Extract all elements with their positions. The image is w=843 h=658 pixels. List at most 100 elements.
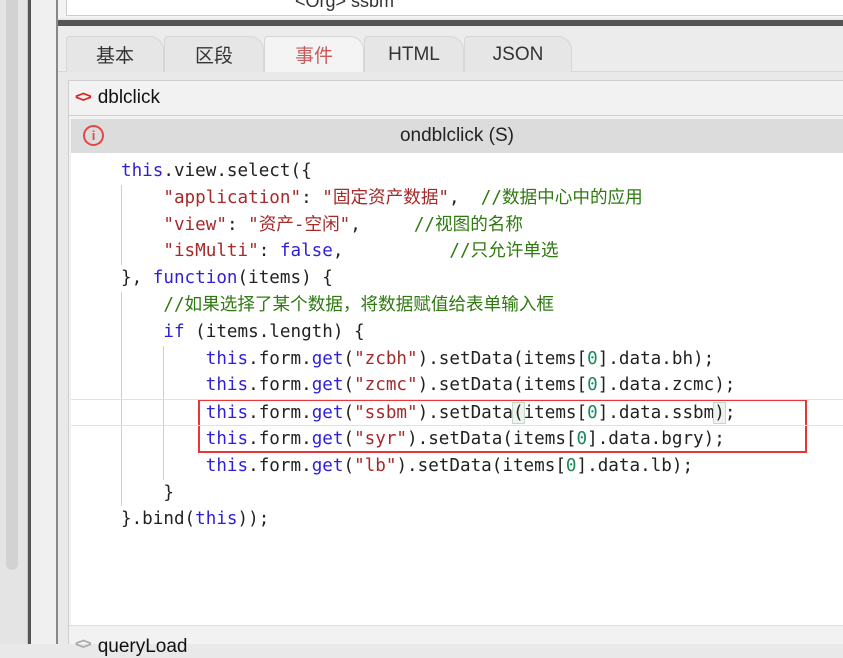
code-line[interactable]: this.form.get("zcbh").setData(items[0].d… xyxy=(71,345,843,373)
indent-guide xyxy=(121,238,122,266)
scrollbar-thumb[interactable] xyxy=(6,0,18,570)
code-token: : xyxy=(226,214,249,235)
code-token: this xyxy=(205,428,249,449)
code-line[interactable]: this.form.get("ssbm").setData(items[0].d… xyxy=(71,399,843,426)
code-token: if xyxy=(163,321,185,342)
code-token: ].data.bh); xyxy=(597,348,715,369)
indent-guide xyxy=(163,452,165,480)
code-token: this xyxy=(205,375,249,396)
code-token: 0 xyxy=(587,375,598,396)
tab-events[interactable]: 事件 xyxy=(264,36,364,72)
code-line[interactable]: }.bind(this)); xyxy=(71,506,843,533)
code-token: ].data.bgry); xyxy=(587,428,725,449)
code-token: //数据中心中的应用 xyxy=(480,187,643,208)
code-token: //如果选择了某个数据，将数据赋值给表单输入框 xyxy=(163,294,555,315)
code-line[interactable]: this.form.get("lb").setData(items[0].dat… xyxy=(71,452,843,480)
code-token: this xyxy=(121,161,164,181)
code-line[interactable]: "isMulti": false, //只允许单选 xyxy=(71,238,843,266)
tab-section[interactable]: 区段 xyxy=(164,36,264,72)
indent-guide xyxy=(163,372,165,400)
indent-guide xyxy=(121,291,122,319)
code-token: } xyxy=(163,482,174,503)
code-token: ).setData(items[ xyxy=(417,348,588,369)
code-token: , xyxy=(449,187,481,208)
code-line[interactable]: this.form.get("syr").setData(items[0].da… xyxy=(71,425,843,453)
tab-html[interactable]: HTML xyxy=(364,36,464,72)
code-token: ( xyxy=(343,375,355,396)
indent-guide xyxy=(163,400,165,425)
indent-guide xyxy=(121,372,122,400)
code-token: ].data.ssbm xyxy=(597,403,715,424)
code-line[interactable]: //如果选择了某个数据，将数据赋值给表单输入框 xyxy=(71,291,843,319)
code-token: false xyxy=(279,241,333,262)
indent-guide xyxy=(121,345,122,373)
event-panel: <> dblclick i ondblclick (S) this.view.s… xyxy=(68,80,843,657)
code-token: ( xyxy=(343,455,355,476)
code-token: get xyxy=(311,348,344,369)
code-token: ( xyxy=(343,348,355,369)
function-bar[interactable]: i ondblclick (S) xyxy=(71,119,843,153)
event-header[interactable]: <> dblclick xyxy=(69,81,843,116)
code-token: ( xyxy=(512,402,525,425)
code-token: "zcbh" xyxy=(354,348,418,369)
code-line[interactable]: this.view.select({ xyxy=(71,158,843,185)
code-token: ).setData(items[ xyxy=(396,455,566,476)
event-name: queryLoad xyxy=(97,636,188,657)
code-token: : xyxy=(301,187,323,208)
event-header-queryload[interactable]: <> queryLoad xyxy=(69,625,843,657)
code-token: "固定资产数据" xyxy=(322,187,450,208)
code-line[interactable]: "application": "固定资产数据", //数据中心中的应用 xyxy=(71,184,843,212)
code-token: this xyxy=(205,403,249,424)
code-token: 0 xyxy=(576,428,588,449)
code-token: "资产-空闲" xyxy=(248,214,351,235)
code-token: ( xyxy=(343,428,355,449)
code-token: .form. xyxy=(248,455,312,476)
code-token: }, xyxy=(121,268,153,289)
indent-guide xyxy=(121,425,122,453)
splitter[interactable] xyxy=(28,0,58,644)
code-token: 0 xyxy=(587,403,598,424)
code-token: .view.select({ xyxy=(163,161,312,181)
code-line[interactable]: } xyxy=(71,479,843,507)
code-token: "syr" xyxy=(354,428,408,449)
code-token: .form. xyxy=(248,403,312,424)
code-token: .form. xyxy=(248,428,312,449)
code-token: ( xyxy=(343,403,355,424)
code-token: items[ xyxy=(523,403,588,424)
code-token: .form. xyxy=(248,375,312,396)
code-token: this xyxy=(205,348,249,369)
code-line[interactable]: this.form.get("zcmc").setData(items[0].d… xyxy=(71,372,843,400)
event-name: dblclick xyxy=(97,87,160,108)
code-token: , xyxy=(350,214,414,235)
code-token: 0 xyxy=(565,455,577,476)
code-token: get xyxy=(311,403,344,424)
code-token: 0 xyxy=(587,348,598,369)
top-panel: <Org> ssbm xyxy=(58,0,843,18)
code-line[interactable]: if (items.length) { xyxy=(71,318,843,346)
info-circle-icon[interactable]: i xyxy=(83,125,104,146)
indent-guide xyxy=(163,345,165,373)
tab-basic[interactable]: 基本 xyxy=(66,36,164,72)
code-token: ; xyxy=(724,403,736,424)
code-token: ].data.lb); xyxy=(576,455,694,476)
code-line[interactable]: }, function(items) { xyxy=(71,265,843,292)
function-label: ondblclick (S) xyxy=(399,125,515,146)
code-token: )); xyxy=(237,509,270,530)
indent-guide xyxy=(121,452,122,480)
indent-guide xyxy=(121,184,122,212)
code-token: "view" xyxy=(163,214,227,235)
code-line[interactable]: "view": "资产-空闲", //视图的名称 xyxy=(71,211,843,239)
code-token: //视图的名称 xyxy=(413,214,523,235)
code-token: get xyxy=(311,455,344,476)
code-token: (items.length) { xyxy=(184,321,365,342)
code-token: get xyxy=(311,375,344,396)
code-token: ).setData(items[ xyxy=(417,375,588,396)
code-brackets-icon: <> xyxy=(75,89,92,106)
code-token: this xyxy=(195,509,238,530)
tab-json[interactable]: JSON xyxy=(464,36,572,72)
code-editor[interactable]: this.view.select({ "application": "固定资产数… xyxy=(71,153,843,625)
code-token: ) xyxy=(713,402,726,425)
code-token: }.bind( xyxy=(121,509,196,530)
org-text: <Org> ssbm xyxy=(295,0,395,11)
left-scrollbar[interactable] xyxy=(0,0,28,644)
